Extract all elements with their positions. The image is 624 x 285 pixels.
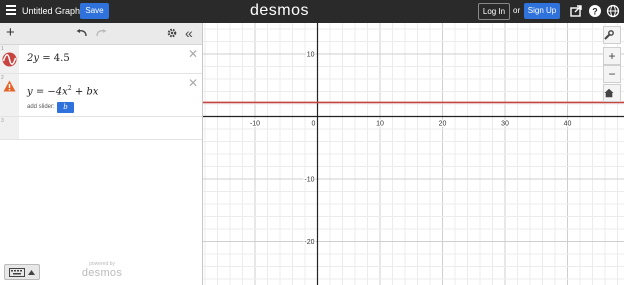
share-icon[interactable] (569, 4, 583, 18)
svg-text:?: ? (592, 7, 598, 17)
x-tick-label: 40 (564, 121, 572, 128)
math-rhs-b: + bx (74, 86, 99, 98)
zoom-out-button[interactable]: − (603, 65, 621, 83)
y-tick-label: -20 (304, 239, 314, 246)
caret-up-icon (28, 270, 35, 275)
x-tick-label: -10 (250, 121, 260, 128)
redo-icon[interactable] (96, 29, 107, 38)
graph-canvas[interactable]: -10 0 10 20 30 40 10 -10 -20 (203, 23, 624, 285)
graph-color-icon[interactable] (1, 52, 18, 67)
graph-paper[interactable]: -10 0 10 20 30 40 10 -10 -20 + − (203, 23, 624, 285)
add-slider-button[interactable]: b (57, 102, 74, 113)
expression-math[interactable]: y = −4x2 + bx (27, 85, 98, 97)
expression-row-1[interactable]: 1 2y = 4.5 ✕ (0, 45, 202, 74)
expression-panel: + « 1 2y = 4.5 ✕ 2 y = −4x2 + bx ✕ add s… (0, 23, 203, 285)
math-lhs: 2y (27, 53, 40, 64)
delete-expression-icon[interactable]: ✕ (188, 76, 198, 90)
expression-number: 3 (1, 118, 4, 124)
settings-gear-icon[interactable] (167, 28, 177, 38)
undo-icon[interactable] (76, 29, 87, 38)
delete-expression-icon[interactable]: ✕ (188, 47, 198, 61)
math-lhs: y (27, 86, 33, 98)
math-rhs: 4.5 (53, 53, 70, 64)
expression-row-3[interactable]: 3 (0, 117, 202, 140)
top-bar: Untitled Graph Save desmos Log In or Sig… (0, 0, 624, 23)
expression-gutter: 3 (0, 117, 19, 139)
x-tick-label: 20 (439, 121, 447, 128)
signup-button[interactable]: Sign Up (524, 3, 560, 19)
keyboard-icon (9, 268, 25, 277)
minus-icon: − (608, 67, 616, 81)
y-tick-label: -10 (304, 177, 314, 184)
keyboard-toggle-button[interactable] (4, 264, 40, 280)
plus-icon: + (608, 49, 616, 63)
or-text: or (513, 6, 521, 15)
y-tick-label: 10 (307, 52, 315, 59)
zoom-in-button[interactable]: + (603, 47, 621, 65)
expression-math[interactable]: 2y = 4.5 (27, 53, 70, 64)
expression-row-2[interactable]: 2 y = −4x2 + bx ✕ add slider: b (0, 74, 202, 117)
expression-gutter: 1 (0, 45, 19, 73)
collapse-panel-icon[interactable]: « (185, 24, 193, 42)
login-button[interactable]: Log In (478, 3, 510, 20)
math-rhs-a: −4x (47, 86, 68, 98)
expression-gutter: 2 (0, 74, 19, 116)
save-button[interactable]: Save (80, 3, 109, 19)
powered-by-desmos: powered by desmos (80, 261, 124, 279)
graph-title[interactable]: Untitled Graph (22, 5, 80, 18)
graph-settings-button[interactable] (603, 26, 621, 44)
default-zoom-button[interactable] (603, 84, 621, 102)
powered-by-brand: desmos (81, 267, 123, 279)
warning-icon[interactable] (3, 80, 16, 92)
x-tick-label: 10 (376, 121, 384, 128)
help-icon[interactable]: ? (588, 4, 602, 18)
expression-toolbar: + « (0, 23, 202, 45)
x-tick-label: 30 (501, 121, 509, 128)
math-equals: = (42, 53, 51, 64)
globe-icon[interactable] (606, 4, 620, 18)
math-exponent: 2 (67, 85, 72, 92)
add-expression-icon[interactable]: + (6, 24, 15, 42)
menu-icon[interactable] (6, 5, 16, 17)
wrench-icon (604, 30, 614, 40)
add-slider-label: add slider: (27, 104, 55, 110)
desmos-logo: desmos (250, 2, 310, 19)
math-equals: = (35, 86, 45, 98)
home-icon (604, 88, 614, 98)
x-tick-label: 0 (312, 121, 316, 128)
